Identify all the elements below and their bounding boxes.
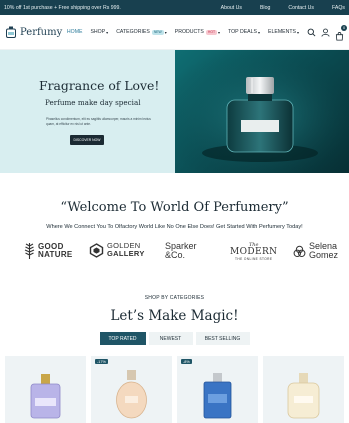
cart-count-badge: 0 [341, 24, 347, 31]
brand-golden-gallery[interactable]: GOLDEN GALLERY [89, 242, 145, 258]
top-link-faqs[interactable]: FAQs [332, 5, 345, 11]
hot-badge: HOT [205, 29, 218, 35]
new-badge: NEW [151, 29, 164, 35]
main-header: Perfumy HOME SHOP ▾ CATEGORIES NEW ▾ PRO… [0, 15, 349, 50]
tab-top-rated[interactable]: TOP RATED [99, 332, 146, 345]
header-icons: 0 [307, 24, 347, 41]
chevron-down-icon: ▾ [106, 29, 109, 35]
discount-badge: -8% [181, 359, 192, 364]
product-image [287, 373, 320, 419]
hero-description: Phasellus condimentum, elit eu sagittis … [46, 117, 151, 126]
nav-home[interactable]: HOME [67, 29, 83, 35]
product-grid: -17% -8% [0, 356, 349, 423]
nav-products[interactable]: PRODUCTS HOT ▾ [175, 29, 220, 35]
product-card[interactable]: -8% [177, 356, 258, 423]
nav-top-deals[interactable]: TOP DEALS ▾ [228, 29, 260, 35]
discount-badge: -17% [95, 359, 108, 364]
brand-sparker-line2: &Co. [165, 250, 186, 260]
brand-selena-line2: Gomez [309, 250, 339, 260]
hexagon-icon [89, 242, 104, 258]
main-nav: HOME SHOP ▾ CATEGORIES NEW ▾ PRODUCTS HO… [67, 29, 307, 35]
welcome-title: “Welcome To World Of Perfumery” [60, 200, 289, 215]
hero-title: Fragrance of Love! [39, 78, 160, 93]
chevron-down-icon: ▾ [296, 29, 299, 35]
product-image [203, 373, 232, 419]
user-icon[interactable] [321, 28, 330, 37]
product-tabs: TOP RATED NEWEST BEST SELLING [0, 332, 349, 345]
brand-sparker-co[interactable]: Sparker &Co. [165, 242, 197, 260]
nav-shop[interactable]: SHOP ▾ [90, 29, 108, 35]
chevron-down-icon: ▾ [258, 29, 261, 35]
top-link-contact[interactable]: Contact Us [288, 5, 314, 11]
hero-banner: Fragrance of Love! Perfume make day spec… [0, 50, 349, 173]
nav-home-label: HOME [66, 29, 83, 35]
top-links: About Us Blog Contact Us FAQs [221, 5, 345, 11]
chevron-down-icon: ▾ [164, 29, 167, 35]
nav-elements-label: ELEMENTS [268, 29, 296, 35]
categories-title: Let’s Make Magic! [110, 308, 239, 324]
brand-logos-row: GOOD NATURE GOLDEN GALLERY Sparker &Co. … [0, 238, 349, 266]
brand-modern-line2: MODERN [230, 247, 278, 257]
shop-by-categories-label: SHOP BY CATEGORIES [144, 295, 205, 301]
nav-shop-label: SHOP [90, 29, 106, 35]
cart-icon [335, 31, 344, 41]
tab-newest[interactable]: NEWEST [148, 332, 193, 345]
product-card[interactable] [263, 356, 344, 423]
discover-now-button[interactable]: DISCOVER NOW [70, 135, 104, 145]
leaf-icon [24, 243, 35, 259]
brand-the-modern[interactable]: The MODERN THE ONLINE STORE [230, 242, 277, 263]
brand-golden-gallery-line2: GALLERY [107, 249, 145, 258]
product-card[interactable]: -17% [91, 356, 172, 423]
promo-text: 10% off 1st purchase + Free shipping ove… [4, 4, 121, 11]
search-icon[interactable] [307, 28, 316, 37]
chevron-down-icon: ▾ [218, 29, 221, 35]
brand-modern-line3: THE ONLINE STORE [235, 257, 273, 261]
tab-best-selling[interactable]: BEST SELLING [195, 332, 250, 345]
cart-button[interactable]: 0 [335, 24, 347, 41]
nav-categories[interactable]: CATEGORIES NEW ▾ [116, 29, 167, 35]
top-link-blog[interactable]: Blog [260, 5, 270, 11]
top-link-about[interactable]: About Us [221, 5, 242, 11]
logo[interactable]: Perfumy [5, 26, 63, 38]
brand-good-nature[interactable]: GOOD NATURE [24, 242, 73, 260]
product-image [116, 370, 147, 419]
logo-text: Perfumy [20, 26, 63, 38]
nav-products-label: PRODUCTS [174, 29, 204, 35]
nav-categories-label: CATEGORIES [116, 29, 150, 35]
product-image [30, 374, 61, 419]
ink-bottle-image [175, 50, 349, 173]
product-card[interactable] [5, 356, 86, 423]
brand-selena-gomez[interactable]: Selena Gomez [293, 242, 338, 260]
hero-subtitle: Perfume make day special [45, 98, 141, 107]
hero-image [175, 50, 349, 173]
nav-elements[interactable]: ELEMENTS ▾ [268, 29, 299, 35]
hero-text-panel: Fragrance of Love! Perfume make day spec… [0, 50, 175, 173]
perfume-bottle-logo-icon [6, 26, 16, 38]
top-announcement-bar: 10% off 1st purchase + Free shipping ove… [0, 0, 349, 15]
brand-good-nature-line2: NATURE [38, 250, 73, 259]
nav-top-deals-label: TOP DEALS [228, 29, 257, 35]
welcome-subtitle: Where We Connect You To Olfactory World … [46, 224, 303, 230]
knot-icon [293, 245, 306, 257]
